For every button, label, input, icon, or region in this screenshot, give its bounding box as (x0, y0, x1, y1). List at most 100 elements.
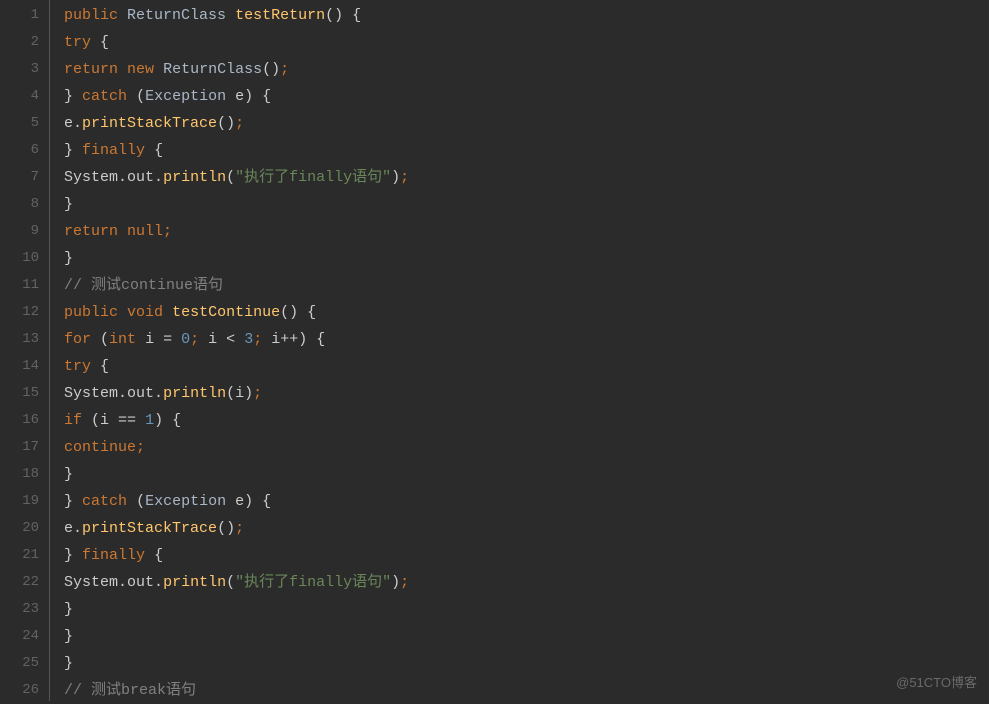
code-line[interactable]: e.printStackTrace(); (64, 110, 989, 137)
token-keyword: finally (82, 142, 145, 159)
code-line[interactable]: continue; (64, 434, 989, 461)
code-line[interactable]: } catch (Exception e) { (64, 83, 989, 110)
token-text (127, 493, 136, 510)
code-line[interactable]: System.out.println(i); (64, 380, 989, 407)
token-text: } (64, 250, 73, 267)
code-line[interactable]: System.out.println("执行了finally语句"); (64, 164, 989, 191)
token-text: } (64, 142, 73, 159)
token-keyword: int (109, 331, 136, 348)
token-text: { (154, 142, 163, 159)
line-number: 14 (0, 353, 49, 380)
code-line[interactable]: for (int i = 0; i < 3; i++) { (64, 326, 989, 353)
token-text: { (100, 34, 109, 51)
token-text (127, 88, 136, 105)
token-text: { (307, 304, 316, 321)
line-number: 10 (0, 245, 49, 272)
token-method: println (163, 169, 226, 186)
line-number: 25 (0, 650, 49, 677)
code-editor[interactable]: 1234567891011121314151617181920212223242… (0, 0, 989, 701)
token-text: } (64, 88, 73, 105)
code-line[interactable]: try { (64, 29, 989, 56)
token-text: ( (136, 493, 145, 510)
token-type: ReturnClass (127, 7, 226, 24)
token-text: } (64, 655, 73, 672)
code-line[interactable]: } (64, 461, 989, 488)
token-keyword: continue (64, 439, 136, 456)
token-keyword: return (64, 61, 118, 78)
token-text (118, 223, 127, 240)
line-number: 26 (0, 677, 49, 704)
line-number: 16 (0, 407, 49, 434)
code-line[interactable]: System.out.println("执行了finally语句"); (64, 569, 989, 596)
token-text: . (154, 169, 163, 186)
token-text: e (226, 88, 244, 105)
code-line[interactable]: } (64, 191, 989, 218)
code-line[interactable]: e.printStackTrace(); (64, 515, 989, 542)
token-type: ReturnClass (163, 61, 262, 78)
code-line[interactable]: } (64, 650, 989, 677)
token-text: i (136, 331, 163, 348)
token-text: ( (226, 574, 235, 591)
code-line[interactable]: } (64, 596, 989, 623)
line-number: 1 (0, 2, 49, 29)
token-punct: ; (253, 385, 262, 402)
code-line[interactable]: public ReturnClass testReturn() { (64, 2, 989, 29)
token-keyword: try (64, 34, 91, 51)
token-text: } (64, 547, 73, 564)
code-line[interactable]: return new ReturnClass(); (64, 56, 989, 83)
token-text: System (64, 169, 118, 186)
token-method: printStackTrace (82, 115, 217, 132)
token-text (136, 412, 145, 429)
token-text: i (199, 331, 226, 348)
token-text (172, 331, 181, 348)
token-string: "执行了finally语句" (235, 169, 391, 186)
token-text (145, 142, 154, 159)
code-area[interactable]: public ReturnClass testReturn() {try {re… (50, 0, 989, 701)
code-line[interactable]: if (i == 1) { (64, 407, 989, 434)
line-gutter: 1234567891011121314151617181920212223242… (0, 0, 50, 701)
token-text (118, 7, 127, 24)
code-line[interactable]: return null; (64, 218, 989, 245)
token-text: { (100, 358, 109, 375)
token-op: == (118, 412, 136, 429)
code-line[interactable]: try { (64, 353, 989, 380)
code-line[interactable]: } (64, 245, 989, 272)
token-text (91, 358, 100, 375)
token-text (145, 547, 154, 564)
code-line[interactable]: } finally { (64, 542, 989, 569)
token-keyword: return (64, 223, 118, 240)
token-text (118, 304, 127, 321)
token-keyword: try (64, 358, 91, 375)
line-number: 3 (0, 56, 49, 83)
token-punct: ; (190, 331, 199, 348)
line-number: 4 (0, 83, 49, 110)
token-string: "执行了finally语句" (235, 574, 391, 591)
token-text: System (64, 574, 118, 591)
token-text (163, 304, 172, 321)
token-text: } (64, 493, 73, 510)
token-number: 3 (244, 331, 253, 348)
code-line[interactable]: } finally { (64, 137, 989, 164)
code-line[interactable]: } (64, 623, 989, 650)
token-punct: ; (235, 520, 244, 537)
token-text: e (64, 520, 73, 537)
token-text: . (118, 169, 127, 186)
token-text: ) (154, 412, 163, 429)
line-number: 24 (0, 623, 49, 650)
token-text: ( (100, 331, 109, 348)
token-keyword: null (127, 223, 163, 240)
token-keyword: catch (82, 493, 127, 510)
token-text (73, 88, 82, 105)
token-number: 0 (181, 331, 190, 348)
token-type: Exception (145, 493, 226, 510)
token-text: . (73, 115, 82, 132)
line-number: 13 (0, 326, 49, 353)
code-line[interactable]: } catch (Exception e) { (64, 488, 989, 515)
token-punct: ; (253, 331, 262, 348)
token-keyword: finally (82, 547, 145, 564)
code-line[interactable]: // 测试break语句 (64, 677, 989, 704)
code-line[interactable]: // 测试continue语句 (64, 272, 989, 299)
code-line[interactable]: public void testContinue() { (64, 299, 989, 326)
token-method: println (163, 574, 226, 591)
line-number: 17 (0, 434, 49, 461)
